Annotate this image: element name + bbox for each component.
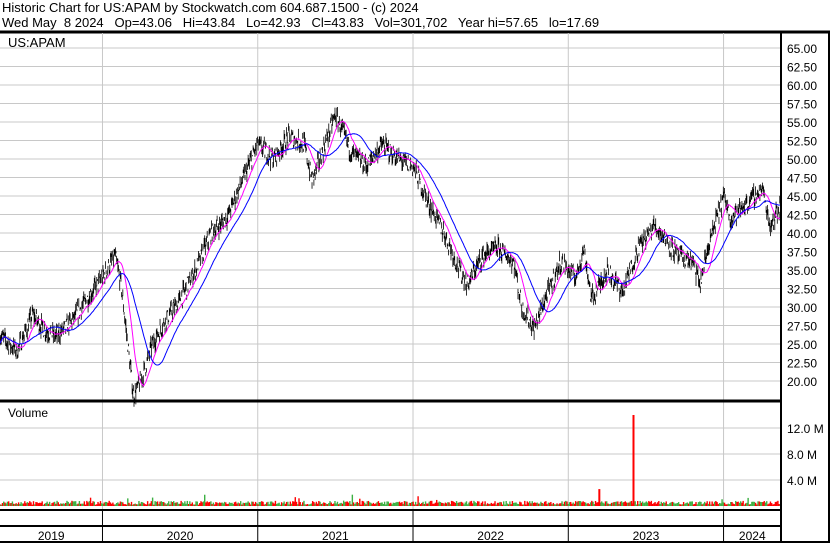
price-tick-label: 30.00 [787, 301, 817, 315]
price-tick-label: 52.50 [787, 135, 817, 149]
price-tick-label: 55.00 [787, 116, 817, 130]
year-label: 2021 [322, 529, 349, 543]
price-tick-label: 60.00 [787, 79, 817, 93]
price-tick-label: 40.00 [787, 227, 817, 241]
price-tick-label: 45.00 [787, 190, 817, 204]
price-tick-label: 57.50 [787, 98, 817, 112]
price-tick-label: 22.50 [787, 357, 817, 371]
price-tick-label: 37.50 [787, 246, 817, 260]
price-volume-chart: 65.00 62.50 60.00 57.50 55.00 52.50 50.00 47.50… [0, 30, 830, 543]
year-label: 2022 [477, 529, 504, 543]
short-ma-line [0, 120, 782, 387]
chart-window: Historic Chart for US:APAM by Stockwatch… [0, 0, 830, 543]
volume-tick-label: 4.0 M [787, 474, 817, 488]
year-label: 2019 [38, 529, 65, 543]
price-tick-label: 62.50 [787, 61, 817, 75]
price-tick-label: 32.50 [787, 283, 817, 297]
volume-tick-label: 8.0 M [787, 448, 817, 462]
symbol-label: US:APAM [8, 35, 66, 50]
price-tick-label: 20.00 [787, 375, 817, 389]
price-tick-label: 25.00 [787, 338, 817, 352]
price-tick-label: 50.00 [787, 153, 817, 167]
price-tick-label: 35.00 [787, 264, 817, 278]
year-label: 2020 [167, 529, 194, 543]
price-tick-label: 27.50 [787, 320, 817, 334]
price-tick-label: 65.00 [787, 42, 817, 56]
volume-tick-label: 12.0 M [787, 422, 824, 436]
year-label: 2023 [633, 529, 660, 543]
long-ma-line [0, 133, 782, 366]
price-tick-label: 47.50 [787, 172, 817, 186]
volume-label: Volume [8, 406, 48, 420]
price-tick-label: 42.50 [787, 209, 817, 223]
year-label: 2024 [739, 529, 766, 543]
